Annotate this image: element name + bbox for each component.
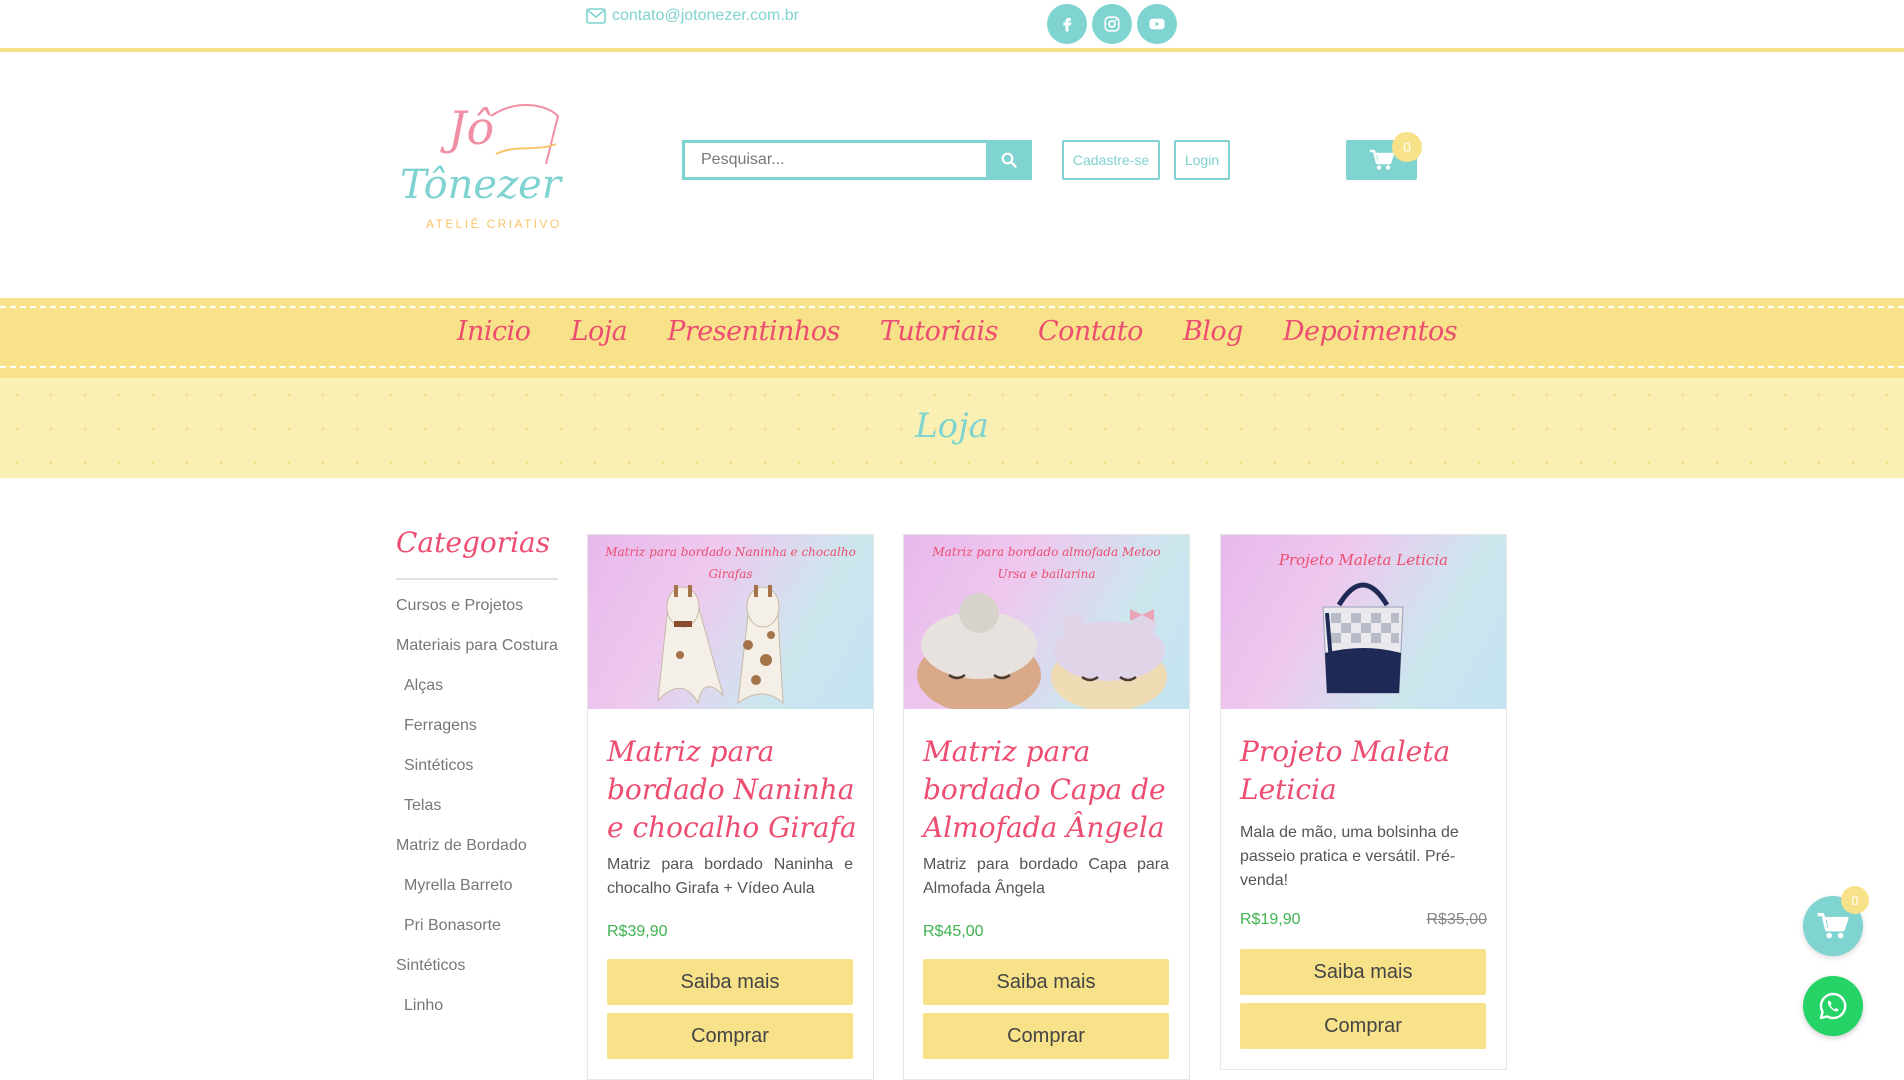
product-price: R$45,00: [923, 923, 984, 940]
nav-item-depoimentos[interactable]: Depoimentos: [1283, 316, 1458, 347]
product-image[interactable]: Matriz para bordado almofada Metoo Ursa …: [904, 535, 1189, 709]
details-button[interactable]: Saiba mais: [607, 959, 853, 1005]
envelope-icon: [586, 8, 606, 24]
subcategory-link[interactable]: Ferragens: [396, 716, 558, 756]
svg-text:Jô: Jô: [440, 101, 494, 155]
subcategory-link[interactable]: Myrella Barreto: [396, 876, 558, 916]
category-link[interactable]: Materiais para Costura: [396, 636, 558, 676]
search-input[interactable]: [682, 140, 986, 180]
nav-item-contato[interactable]: Contato: [1038, 316, 1143, 347]
category-sidebar: Categorias Cursos e Projetos Materiais p…: [396, 526, 558, 1036]
buy-button[interactable]: Comprar: [607, 1013, 853, 1059]
youtube-link[interactable]: [1137, 4, 1177, 44]
product-description: Matriz para bordado Capa para Almofada Â…: [923, 856, 1169, 897]
search-icon: [1001, 152, 1017, 168]
category-link[interactable]: Sintéticos: [396, 956, 558, 996]
nav-item-inicio[interactable]: Inicio: [457, 316, 531, 347]
product-title[interactable]: Projeto Maleta Leticia: [1240, 733, 1490, 809]
category-link[interactable]: Cursos e Projetos: [396, 596, 558, 636]
page-title: Loja: [915, 406, 989, 446]
signup-button[interactable]: Cadastre-se: [1062, 140, 1160, 180]
sidebar-divider: [396, 578, 558, 580]
subcategory-link[interactable]: Telas: [396, 796, 558, 836]
subcategory-link[interactable]: Pri Bonasorte: [396, 916, 558, 956]
youtube-icon: [1149, 18, 1165, 30]
whatsapp-icon: [1819, 992, 1847, 1020]
nav-item-presentinhos[interactable]: Presentinhos: [667, 316, 840, 347]
product-image[interactable]: Projeto Maleta Leticia: [1221, 535, 1506, 709]
product-card: Matriz para bordado almofada Metoo Ursa …: [903, 534, 1190, 1080]
search-form: [682, 140, 1032, 180]
search-button[interactable]: [986, 140, 1032, 180]
nav-menu: Inicio Loja Presentinhos Tutoriais Conta…: [0, 316, 1904, 347]
facebook-link[interactable]: [1047, 4, 1087, 44]
nav-item-loja[interactable]: Loja: [571, 316, 628, 347]
svg-text:ATELIÊ CRIATIVO: ATELIÊ CRIATIVO: [426, 216, 562, 231]
nav-bottom-stitch: [0, 366, 1904, 368]
floating-cart-count-badge: 0: [1841, 886, 1869, 914]
product-description: Matriz para bordado Naninha e chocalho G…: [607, 856, 853, 897]
product-image[interactable]: Matriz para bordado Naninha e chocalho G…: [588, 535, 873, 709]
site-logo[interactable]: Jô Tônezer ATELIÊ CRIATIVO: [396, 94, 572, 236]
cart-count-badge: 0: [1392, 132, 1422, 162]
instagram-link[interactable]: [1092, 4, 1132, 44]
social-links: [1047, 4, 1177, 44]
details-button[interactable]: Saiba mais: [923, 959, 1169, 1005]
product-card: Projeto Maleta Leticia Projeto Maleta Le…: [1220, 534, 1507, 1070]
whatsapp-button[interactable]: [1803, 976, 1863, 1036]
subcategory-link[interactable]: Linho: [396, 996, 558, 1036]
nav-top-stitch: [0, 306, 1904, 308]
subcategory-link[interactable]: Alças: [396, 676, 558, 716]
product-title[interactable]: Matriz para bordado Naninha e chocalho G…: [607, 733, 857, 847]
buy-button[interactable]: Comprar: [923, 1013, 1169, 1059]
main-nav: Inicio Loja Presentinhos Tutoriais Conta…: [0, 298, 1904, 378]
image-caption-line: Ursa e bailarina: [997, 567, 1096, 581]
image-caption-line: Girafas: [708, 567, 753, 581]
buy-button[interactable]: Comprar: [1240, 1003, 1486, 1049]
svg-text:Tônezer: Tônezer: [400, 162, 564, 208]
subcategory-link[interactable]: Sintéticos: [396, 756, 558, 796]
facebook-icon: [1063, 18, 1072, 32]
login-button[interactable]: Login: [1174, 140, 1230, 180]
image-caption-line: Matriz para bordado almofada Metoo: [932, 545, 1161, 559]
top-bar: contato@jotonezer.com.br: [0, 0, 1904, 52]
details-button[interactable]: Saiba mais: [1240, 949, 1486, 995]
product-price: R$39,90: [607, 923, 668, 940]
product-price: R$19,90: [1240, 911, 1301, 928]
product-description: Mala de mão, uma bolsinha de passeio pra…: [1240, 824, 1459, 889]
contact-email-link[interactable]: contato@jotonezer.com.br: [586, 7, 799, 25]
cart-icon: [1369, 149, 1394, 170]
product-title[interactable]: Matriz para bordado Capa de Almofada Âng…: [923, 733, 1173, 847]
instagram-icon: [1104, 16, 1120, 32]
image-caption-line: Projeto Maleta Leticia: [1278, 551, 1449, 569]
nav-item-blog[interactable]: Blog: [1183, 316, 1244, 347]
sidebar-title: Categorias: [396, 526, 551, 559]
category-link[interactable]: Matriz de Bordado: [396, 836, 558, 876]
product-card: Matriz para bordado Naninha e chocalho G…: [587, 534, 874, 1080]
site-header: Jô Tônezer ATELIÊ CRIATIVO Cadastre-se L…: [0, 56, 1904, 298]
cart-icon: [1817, 913, 1849, 939]
image-caption-line: Matriz para bordado Naninha e chocalho: [605, 545, 856, 559]
page-title-band: Loja: [0, 378, 1904, 478]
nav-item-tutoriais[interactable]: Tutoriais: [880, 316, 999, 347]
product-old-price: R$35,00: [1426, 911, 1488, 928]
contact-email-text: contato@jotonezer.com.br: [612, 7, 800, 24]
